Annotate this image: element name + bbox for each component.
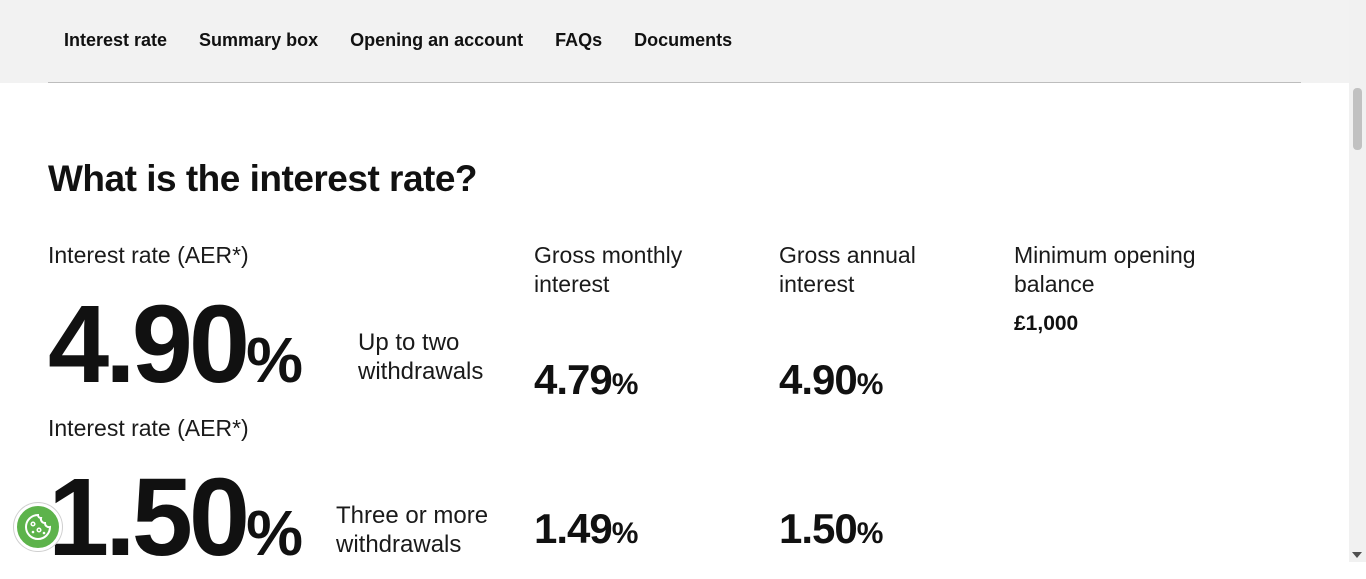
aer-rate-value: 1.50 xyxy=(48,456,250,579)
annual-rate-value: 1.50 xyxy=(779,505,858,552)
percent-sign: % xyxy=(611,368,639,401)
annual-rate-value: 4.90 xyxy=(779,356,858,403)
monthly-rate-value: 1.49 xyxy=(534,505,613,552)
monthly-rate-value: 4.79 xyxy=(534,356,613,403)
annual-rate-row-2: 1.50% xyxy=(779,505,883,553)
percent-sign: % xyxy=(856,368,884,401)
percent-sign: % xyxy=(246,497,303,569)
min-balance-label: Minimum opening balance xyxy=(1014,242,1196,297)
aer-rate-value: 4.90 xyxy=(48,283,250,406)
min-balance-value: £1,000 xyxy=(1014,312,1079,335)
scrollbar-thumb[interactable] xyxy=(1353,88,1362,150)
cookie-settings-button[interactable] xyxy=(14,503,62,551)
aer-label-row-2: Interest rate (AER*) xyxy=(48,415,249,441)
percent-sign: % xyxy=(611,517,639,550)
aer-rate-row-2: 1.50% xyxy=(48,463,303,573)
nav-link-faqs[interactable]: FAQs xyxy=(539,28,618,53)
percent-sign: % xyxy=(856,517,884,550)
nav-link-summary-box[interactable]: Summary box xyxy=(183,28,334,53)
withdrawal-condition-row-1: Up to two withdrawals xyxy=(358,329,484,385)
aer-rate-row-1: 4.90% xyxy=(48,290,303,400)
scroll-down-arrow-icon[interactable] xyxy=(1352,552,1362,558)
nav-link-documents[interactable]: Documents xyxy=(618,28,748,53)
aer-label-row-1: Interest rate (AER*) xyxy=(48,242,249,268)
cookie-icon xyxy=(25,513,52,540)
vertical-scrollbar[interactable] xyxy=(1349,0,1366,562)
percent-sign: % xyxy=(246,324,303,396)
gross-annual-label: Gross annual interest xyxy=(779,242,916,297)
nav-link-interest-rate[interactable]: Interest rate xyxy=(48,28,183,53)
section-heading: What is the interest rate? xyxy=(48,158,478,199)
withdrawal-condition-row-2: Three or more withdrawals xyxy=(336,502,489,558)
nav-items: Interest rate Summary box Opening an acc… xyxy=(48,28,748,53)
nav-divider xyxy=(48,82,1301,83)
monthly-rate-row-2: 1.49% xyxy=(534,505,638,553)
annual-rate-row-1: 4.90% xyxy=(779,356,883,404)
nav-link-opening-an-account[interactable]: Opening an account xyxy=(334,28,539,53)
monthly-rate-row-1: 4.79% xyxy=(534,356,638,404)
gross-monthly-label: Gross monthly interest xyxy=(534,242,683,297)
top-navigation: Interest rate Summary box Opening an acc… xyxy=(0,0,1349,83)
